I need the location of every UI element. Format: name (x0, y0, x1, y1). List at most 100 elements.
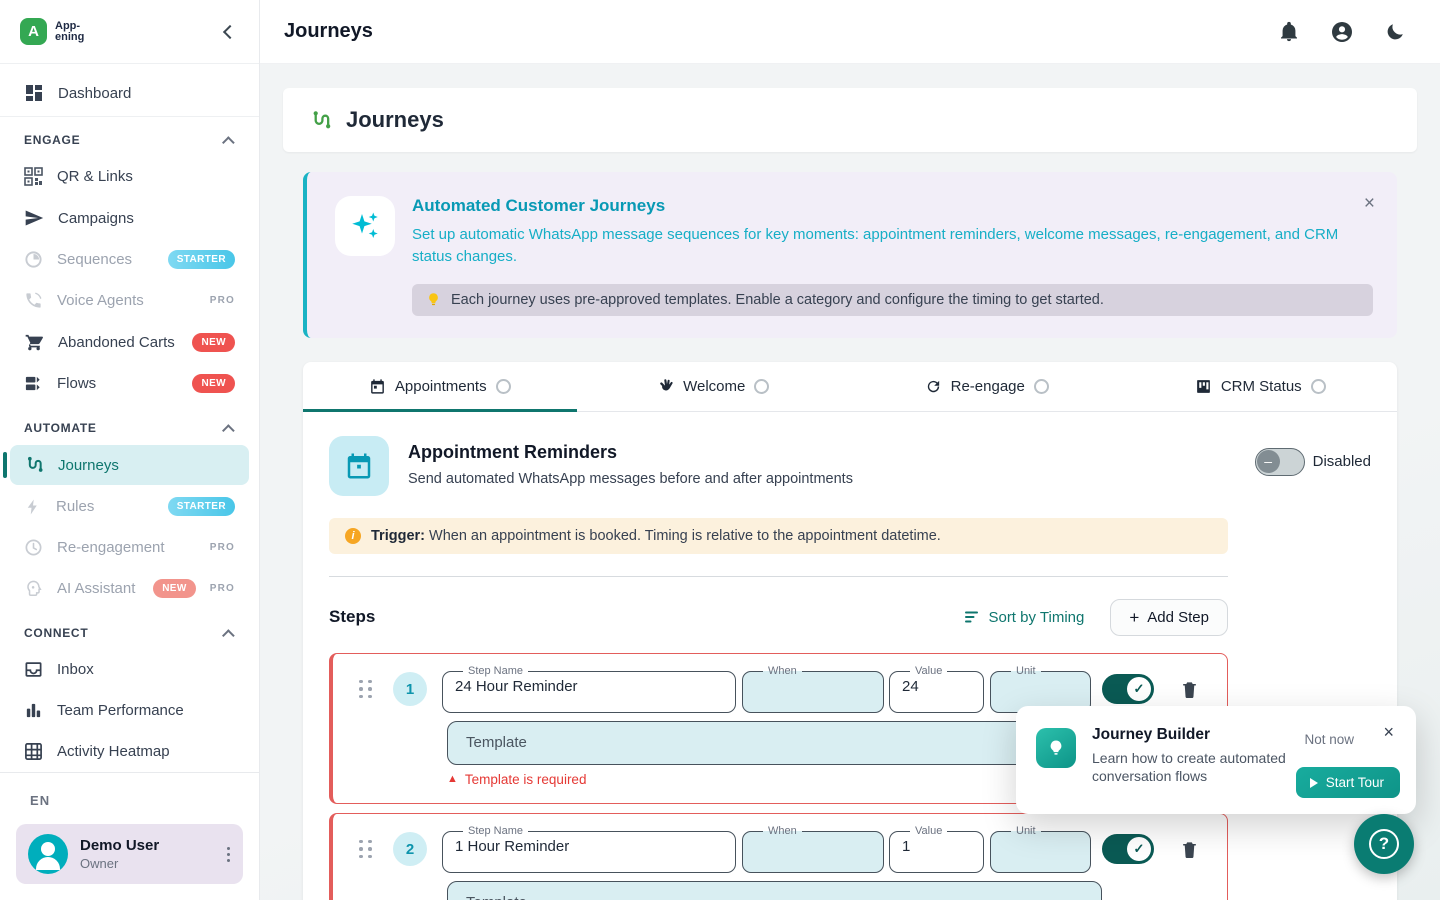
sidebar-item-ai-assistant[interactable]: AI Assistant NEW PRO (10, 569, 249, 608)
tab-crm-status[interactable]: CRM Status (1124, 362, 1398, 411)
template-select[interactable]: Template (447, 881, 1102, 900)
unit-label: Unit (1011, 826, 1041, 837)
bar-chart-icon (24, 701, 43, 720)
step-toggle[interactable]: ✓ (1102, 674, 1154, 704)
sort-label: Sort by Timing (988, 609, 1084, 626)
delete-step-icon[interactable] (1180, 840, 1199, 859)
starter-badge: STARTER (168, 497, 235, 516)
delete-step-icon[interactable] (1180, 680, 1199, 699)
category-toggle[interactable]: – (1255, 448, 1305, 476)
sidebar-item-re-engagement[interactable]: Re-engagement PRO (10, 528, 249, 567)
category-toggle-wrap: – Disabled (1255, 448, 1371, 476)
trigger-body: When an appointment is booked. Timing is… (429, 528, 941, 544)
pro-tag: PRO (210, 583, 235, 594)
when-input[interactable] (755, 678, 871, 695)
section-header-connect[interactable]: CONNECT (0, 610, 259, 648)
sidebar-item-voice-agents[interactable]: Voice Agents PRO (10, 281, 249, 320)
sidebar-item-team-performance[interactable]: Team Performance (10, 691, 249, 730)
step-name-field[interactable]: Step Name (442, 826, 736, 873)
step-name-input[interactable] (455, 838, 723, 855)
section-header-automate[interactable]: AUTOMATE (0, 405, 259, 443)
when-label: When (763, 826, 802, 837)
step-name-input[interactable] (455, 678, 723, 695)
step-number-badge: 1 (393, 672, 427, 706)
value-input[interactable] (902, 678, 971, 695)
when-input[interactable] (755, 838, 871, 855)
info-icon: i (345, 528, 361, 544)
unit-field[interactable]: Unit (990, 826, 1091, 873)
sidebar-item-rules[interactable]: Rules STARTER (10, 487, 249, 526)
kanban-icon (1195, 378, 1212, 395)
user-menu-icon[interactable] (223, 843, 231, 866)
inbox-icon (24, 660, 43, 679)
step-toggle[interactable]: ✓ (1102, 834, 1154, 864)
calendar-icon (369, 378, 386, 395)
notifications-bell-icon[interactable] (1278, 21, 1300, 43)
language-selector[interactable]: EN (16, 785, 243, 816)
dashboard-icon (24, 83, 44, 103)
when-field[interactable]: When (742, 666, 884, 713)
start-tour-button[interactable]: Start Tour (1296, 767, 1400, 798)
sidebar-item-label: Abandoned Carts (58, 334, 178, 351)
value-field[interactable]: Value (889, 826, 984, 873)
new-badge: NEW (192, 333, 235, 352)
sidebar-item-inbox[interactable]: Inbox (10, 650, 249, 689)
close-icon[interactable]: × (1383, 722, 1394, 743)
tab-welcome[interactable]: Welcome (577, 362, 851, 411)
question-mark-icon: ? (1369, 829, 1399, 859)
help-button[interactable]: ? (1354, 814, 1414, 874)
drag-handle-icon[interactable] (359, 840, 372, 859)
value-input[interactable] (902, 838, 971, 855)
close-icon[interactable]: × (1364, 194, 1375, 213)
user-role: Owner (80, 856, 211, 871)
tab-label: Welcome (683, 378, 745, 395)
clock-icon (24, 538, 43, 557)
tab-re-engage[interactable]: Re-engage (850, 362, 1124, 411)
refresh-icon (925, 378, 942, 395)
user-name: Demo User (80, 837, 211, 854)
section-label: ENGAGE (24, 133, 80, 147)
drag-handle-icon[interactable] (359, 680, 372, 699)
brand-name-line2: ening (55, 32, 84, 43)
tab-label: Appointments (395, 378, 487, 395)
template-select[interactable]: Template (447, 721, 1102, 765)
flows-icon (24, 374, 43, 393)
sidebar-item-dashboard[interactable]: Dashboard (0, 70, 259, 116)
when-field[interactable]: When (742, 826, 884, 873)
unit-input[interactable] (1003, 678, 1078, 695)
dark-mode-moon-icon[interactable] (1384, 21, 1406, 43)
account-icon[interactable] (1330, 20, 1354, 44)
sidebar-item-label: Inbox (57, 661, 235, 678)
user-meta: Demo User Owner (80, 837, 211, 871)
bolt-icon (24, 498, 42, 516)
step-number-badge: 2 (393, 832, 427, 866)
sidebar: A App- ening Dashboard ENGAGE QR & Links (0, 0, 260, 900)
user-card[interactable]: Demo User Owner (16, 824, 243, 884)
sidebar-item-campaigns[interactable]: Campaigns (10, 198, 249, 238)
sidebar-item-label: Flows (57, 375, 178, 392)
journeys-info-banner: Automated Customer Journeys Set up autom… (303, 172, 1397, 338)
add-step-button[interactable]: + Add Step (1110, 599, 1228, 636)
unit-input[interactable] (1003, 838, 1078, 855)
tab-appointments[interactable]: Appointments (303, 362, 577, 411)
section-header-engage[interactable]: ENGAGE (0, 117, 259, 155)
sidebar-collapse-icon[interactable] (217, 21, 239, 43)
step-name-field[interactable]: Step Name (442, 666, 736, 713)
value-field[interactable]: Value (889, 666, 984, 713)
banner-title: Automated Customer Journeys (412, 196, 1373, 216)
sidebar-item-qr-links[interactable]: QR & Links (10, 157, 249, 196)
pro-tag: PRO (210, 542, 235, 553)
sidebar-item-journeys[interactable]: Journeys (10, 445, 249, 485)
journey-builder-popup: Journey Builder Learn how to create auto… (1016, 706, 1416, 814)
not-now-button[interactable]: Not now (1304, 732, 1354, 747)
sequence-icon (24, 250, 43, 269)
avatar (28, 834, 68, 874)
sort-by-timing-button[interactable]: Sort by Timing (964, 609, 1084, 626)
sidebar-item-abandoned-carts[interactable]: Abandoned Carts NEW (10, 322, 249, 362)
sidebar-item-activity-heatmap[interactable]: Activity Heatmap (10, 732, 249, 771)
sidebar-item-sequences[interactable]: Sequences STARTER (10, 240, 249, 279)
steps-toolbar: Steps Sort by Timing + Add Step (329, 599, 1228, 636)
qr-icon (24, 167, 43, 186)
sidebar-item-flows[interactable]: Flows NEW (10, 364, 249, 403)
trigger-bold: Trigger: (371, 528, 425, 544)
